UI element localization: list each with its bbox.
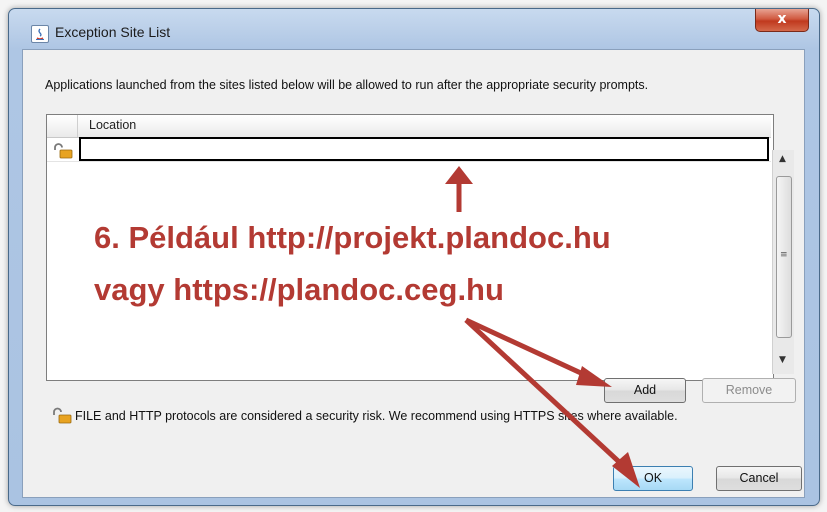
title-bar: Exception Site List — [9, 9, 819, 49]
window-title: Exception Site List — [55, 24, 171, 40]
remove-button[interactable]: Remove — [702, 378, 796, 403]
vertical-scrollbar[interactable]: ▲ ≡ ▼ — [772, 150, 794, 374]
security-warning-text: FILE and HTTP protocols are considered a… — [75, 409, 678, 423]
ok-button[interactable]: OK — [613, 466, 693, 491]
annotation-line-1: 6. Például http://projekt.plandoc.hu — [94, 220, 611, 255]
cancel-button[interactable]: Cancel — [716, 466, 802, 491]
scroll-up-arrow-icon[interactable]: ▲ — [779, 154, 786, 164]
java-icon — [31, 25, 49, 43]
annotation-line-2: vagy https://plandoc.ceg.hu — [94, 272, 504, 307]
header-separator — [77, 115, 78, 137]
lock-icon — [53, 143, 75, 163]
grip-icon: ≡ — [780, 250, 788, 260]
table-header: Location — [47, 115, 771, 138]
location-input[interactable] — [79, 137, 769, 161]
warning-lock-icon — [52, 407, 74, 429]
add-button[interactable]: Add — [604, 378, 686, 403]
description-text: Applications launched from the sites lis… — [45, 78, 649, 92]
scroll-thumb[interactable]: ≡ — [776, 176, 792, 338]
annotation-text: 6. Például http://projekt.plandoc.hu vag… — [94, 212, 611, 316]
close-button[interactable]: x — [755, 9, 809, 32]
scroll-down-arrow-icon[interactable]: ▼ — [779, 355, 786, 365]
row-divider — [47, 161, 771, 162]
column-header-location: Location — [89, 118, 137, 132]
